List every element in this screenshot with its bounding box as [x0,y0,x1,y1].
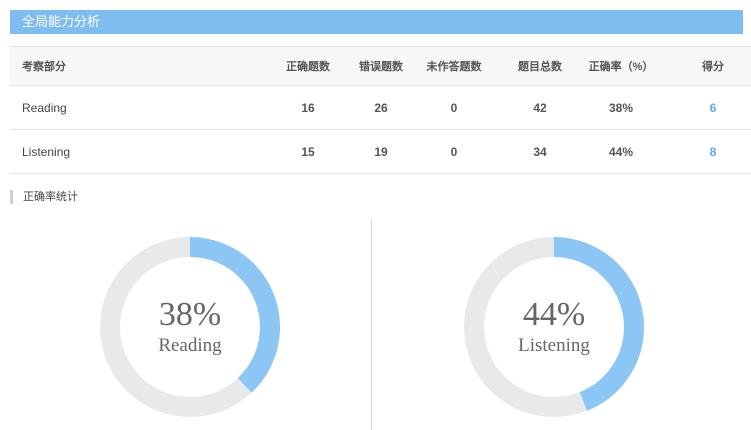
donut-chart-listening: 44% Listening [464,237,644,417]
table-row: Reading 16 26 0 42 38% 6 [10,86,751,130]
table-header-row: 考察部分 正确题数 错误题数 未作答题数 题目总数 正确率（%） 得分 [10,46,751,86]
cell-score-link[interactable]: 8 [678,130,748,173]
chart-divider [371,219,372,430]
cell-total: 42 [533,100,547,115]
cell-section: Reading [22,100,67,115]
cell-wrong: 19 [374,144,388,159]
cell-correct: 16 [301,100,315,115]
cell-accuracy: 38% [608,100,634,115]
header-section: 考察部分 [22,61,66,73]
panel-title-bar: 全局能力分析 [10,10,743,34]
table-row: Listening 15 19 0 34 44% 8 [10,130,751,174]
donut-label-reading: 38% Reading [100,237,280,417]
header-total: 题目总数 [518,61,562,73]
header-accuracy: 正确率（%） [588,61,654,73]
donut-name: Listening [518,335,590,356]
cell-section: Listening [22,144,71,159]
cell-accuracy: 44% [608,144,634,159]
header-correct: 正确题数 [286,61,330,73]
cell-score-link[interactable]: 6 [678,86,748,129]
header-unanswered: 未作答题数 [426,61,482,73]
section-title: 正确率统计 [10,190,78,204]
donut-label-listening: 44% Listening [464,237,644,417]
donut-percent: 44% [522,296,586,333]
donut-percent: 38% [158,296,222,333]
cell-correct: 15 [301,144,315,159]
header-wrong: 错误题数 [359,61,403,73]
ability-table: 考察部分 正确题数 错误题数 未作答题数 题目总数 正确率（%） 得分 Read… [10,46,751,174]
donut-chart-reading: 38% Reading [100,237,280,417]
donut-name: Reading [158,335,222,356]
cell-unanswered: 0 [450,100,458,115]
cell-unanswered: 0 [450,144,458,159]
panel-title: 全局能力分析 [22,14,101,29]
cell-total: 34 [533,144,547,159]
cell-wrong: 26 [374,100,388,115]
header-score: 得分 [702,61,724,73]
